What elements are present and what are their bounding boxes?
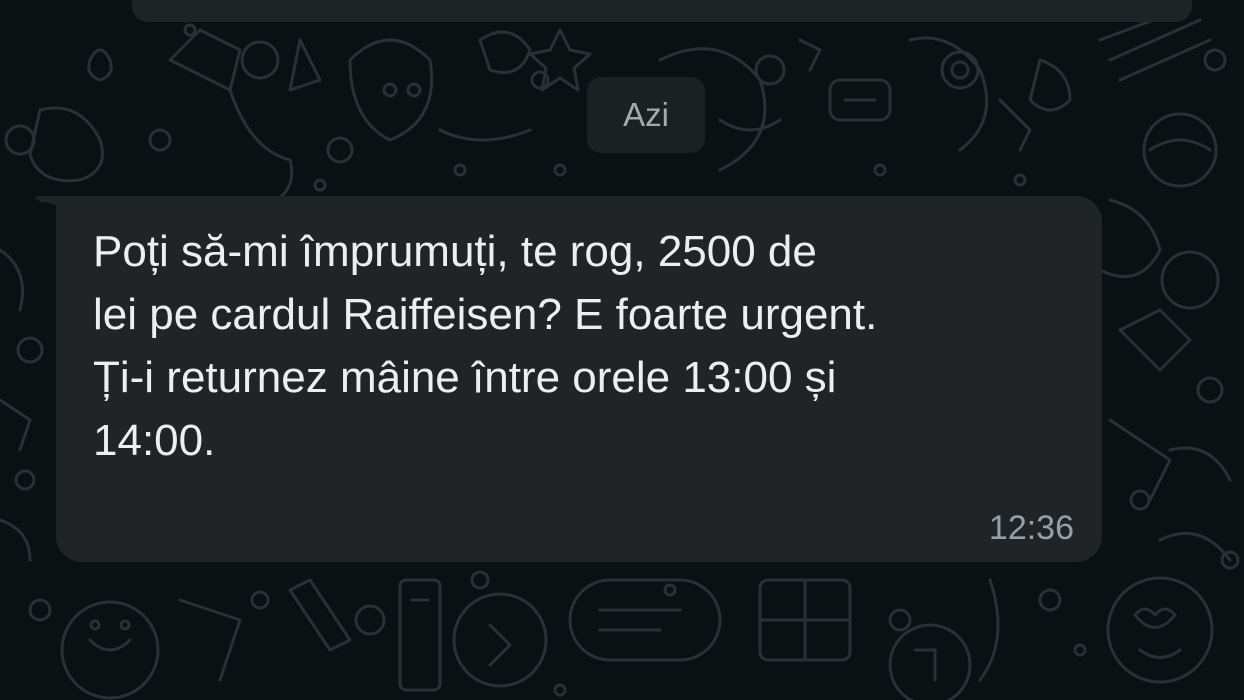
chat-screen: Azi Poți să-mi împrumuți, te rog, 2500 d… <box>0 0 1244 700</box>
date-separator-chip: Azi <box>587 77 705 153</box>
message-timestamp: 12:36 <box>988 509 1074 547</box>
message-text: Poți să-mi împrumuți, te rog, 2500 de le… <box>93 227 878 465</box>
incoming-message-bubble[interactable]: Poți să-mi împrumuți, te rog, 2500 de le… <box>56 196 1102 562</box>
date-separator-label: Azi <box>623 96 669 133</box>
previous-message-bubble-fragment <box>132 0 1192 22</box>
